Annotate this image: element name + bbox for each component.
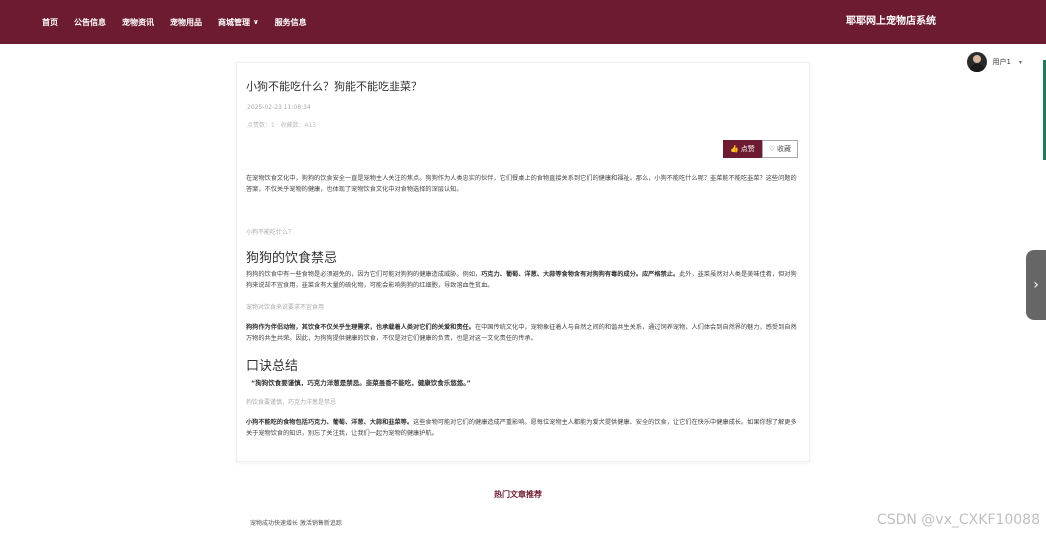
summary-quote: “狗狗饮食要谨慎，巧克力洋葱是禁忌。韭菜虽香不能吃，健康饮食乐悠悠。” [251,379,471,387]
article-title: 小狗不能吃什么？狗能不能吃韭菜？ [246,80,422,93]
conclusion-text-bold: 小狗不能吃的食物包括巧克力、葡萄、洋葱、大蒜和韭菜等。 [246,419,414,426]
side-panel-toggle[interactable]: › [1026,250,1046,320]
taboo-text-a: 狗狗的饮食中有一些食物是必须避免的，因为它们可能对狗狗的健康造成威胁。例如， [246,271,482,278]
favorite-button[interactable]: ♡ 收藏 [761,140,798,158]
section-caption-2: 宠物对饮食来说要求不宜食用 [246,304,325,311]
article-actions: 👍 点赞 ♡ 收藏 [723,140,798,158]
article-paragraph-intro: 在宠物饮食文化中，狗狗的饮食安全一直是宠物主人关注的焦点。狗狗作为人类忠实的伙伴… [246,175,797,193]
nav-pet-supplies[interactable]: 宠物用品 [170,17,202,28]
nav-pet-news[interactable]: 宠物资讯 [122,17,154,28]
article-paragraph-companion: 狗狗作为伴侣动物，其饮食不仅关乎生理需求，也承载着人类对它们的关爱和责任。在中国… [246,322,802,344]
article-paragraph-conclusion: 小狗不能吃的食物包括巧克力、葡萄、洋葱、大蒜和韭菜等。这些食物可能对它们的健康造… [246,417,802,439]
hot-articles-title: 热门文章推荐 [494,490,542,499]
nav-service-info[interactable]: 服务信息 [275,17,307,28]
section-heading-diet-taboo: 狗狗的饮食禁忌 [246,251,338,266]
thumbs-up-icon: 👍 [730,145,739,153]
username: 用户1 [992,58,1011,66]
favorite-label: 收藏 [777,145,791,153]
article-card: 小狗不能吃什么？狗能不能吃韭菜？ 2025-02-23 11:08:34 点赞数… [236,62,810,462]
site-brand: 耶耶网上宠物店系统 [846,16,936,27]
like-button[interactable]: 👍 点赞 [723,140,762,158]
nav-mall-management-label: 商城管理 [218,17,250,27]
article-date: 2025-02-23 11:08:34 [247,104,311,111]
chevron-down-icon: ∨ [253,18,259,26]
taboo-text-bold: 巧克力、葡萄、洋葱、大蒜等食物含有对狗狗有毒的成分。应严格禁止。 [481,271,680,278]
top-navbar: 首页 公告信息 宠物资讯 宠物用品 商城管理 ∨ 服务信息 耶耶网上宠物店系统 [0,0,1046,44]
main-nav: 首页 公告信息 宠物资讯 宠物用品 商城管理 ∨ 服务信息 [42,0,323,44]
like-label: 点赞 [740,145,755,153]
section-caption-1: 小狗不能吃什么？ [246,229,295,236]
caret-down-icon: ▾ [1018,58,1022,66]
avatar [966,52,987,72]
nav-mall-management[interactable]: 商城管理 ∨ [218,17,259,28]
user-menu[interactable]: 用户1 ▾ [966,52,1022,72]
nav-announcements[interactable]: 公告信息 [74,17,106,28]
heart-icon: ♡ [768,145,775,153]
hot-articles-list: 宠物成功快速增长 激活销售新追踪 [250,518,342,533]
article-stats: 点赞数：1 · 收藏数：413 [247,122,316,129]
companion-text-bold: 狗狗作为伴侣动物，其饮食不仅关乎生理需求，也承载着人类对它们的关爱和责任。 [246,324,475,331]
section-heading-summary: 口诀总结 [246,359,299,374]
list-item[interactable]: 宠物成功快速增长 激活销售新追踪 [250,518,342,533]
nav-home[interactable]: 首页 [42,17,58,28]
section-caption-3: 狗饮食要谨慎，巧克力洋葱是禁忌 [246,399,337,406]
watermark: CSDN @vx_CXKF10088 [876,512,1040,528]
chevron-right-icon: › [1033,277,1039,293]
article-paragraph-taboo: 狗狗的饮食中有一些食物是必须避免的，因为它们可能对狗狗的健康造成威胁。例如，巧克… [246,269,802,291]
